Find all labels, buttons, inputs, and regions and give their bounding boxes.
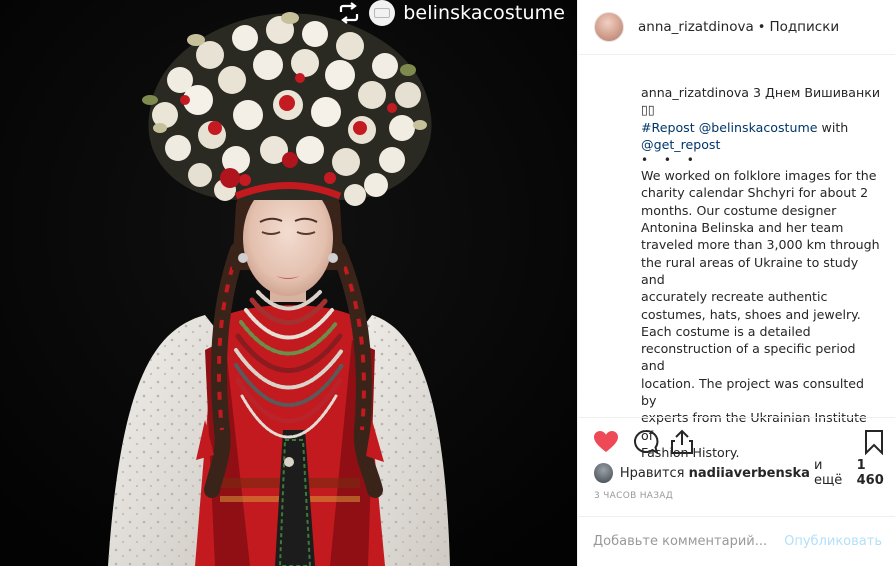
comment-icon	[634, 429, 659, 455]
liker-avatar[interactable]	[594, 463, 613, 483]
post-timestamp[interactable]: 3 ЧАСОВ НАЗАД	[594, 491, 673, 501]
caption-dots: • • •	[641, 153, 700, 168]
repost-account-avatar[interactable]	[369, 0, 396, 26]
post-actions	[592, 428, 888, 456]
likes-middle: и ещё	[814, 458, 843, 488]
author-username[interactable]: anna_rizatdinova	[638, 19, 754, 35]
caption-emoji: ▯▯	[641, 102, 655, 118]
bookmark-icon	[865, 430, 883, 455]
heart-icon	[594, 431, 618, 452]
post-photo[interactable]: belinskacostume	[0, 0, 577, 566]
caption-with: with	[821, 119, 849, 135]
likes-prefix: Нравится	[619, 465, 685, 481]
publish-button[interactable]: Опубликовать	[784, 534, 882, 549]
header-separator: •	[757, 19, 766, 35]
caption-line: charity calendar Shchyri for about 2	[641, 185, 869, 201]
comment-button[interactable]	[632, 428, 660, 456]
repost-icon	[340, 2, 359, 24]
post-panel: anna_rizatdinova • Подписки anna_rizatdi…	[577, 0, 895, 566]
caption-greeting: 3 Днем Вишиванки	[753, 85, 881, 100]
author-avatar[interactable]	[594, 12, 624, 42]
comment-form: Опубликовать	[578, 516, 895, 566]
repost-bar: belinskacostume	[327, 0, 577, 26]
comment-input[interactable]	[593, 534, 785, 549]
caption-line: traveled more than 3,000 km through	[641, 237, 880, 253]
like-button[interactable]	[592, 428, 620, 456]
mention-link-belinskacostume[interactable]: @belinskacostume	[699, 120, 818, 135]
likes-count[interactable]: 1 460	[857, 458, 895, 488]
caption-line: reconstruction of a specific period and	[641, 341, 856, 374]
caption-line: costumes, hats, shoes and jewelry.	[641, 306, 861, 322]
caption-line: the rural areas of Ukraine to study and	[641, 254, 859, 287]
following-button[interactable]: Подписки	[769, 19, 839, 35]
caption-author[interactable]: anna_rizatdinova	[641, 85, 749, 100]
caption-line: accurately recreate authentic	[641, 289, 828, 305]
caption-line: Each costume is a detailed	[641, 323, 811, 339]
mention-link-get-repost[interactable]: @get_repost	[641, 136, 881, 153]
folk-costume-portrait	[0, 0, 577, 566]
save-button[interactable]	[860, 428, 888, 456]
caption-line: We worked on folklore images for the	[641, 168, 877, 184]
caption-line: Antonina Belinska and her team	[641, 220, 844, 236]
caption-divider	[578, 417, 895, 418]
liker-username[interactable]: nadiiaverbenska	[689, 466, 810, 481]
share-icon	[671, 429, 693, 454]
caption-line: months. Our costume designer	[641, 202, 837, 218]
caption-line: location. The project was consulted by	[641, 375, 865, 409]
repost-account-name[interactable]: belinskacostume	[403, 2, 565, 24]
share-button[interactable]	[668, 428, 696, 456]
likes-summary: Нравится nadiiaverbenska и ещё 1 460	[594, 458, 895, 488]
post-header: anna_rizatdinova • Подписки	[578, 0, 895, 55]
hashtag-link[interactable]: #Repost	[641, 120, 695, 135]
post-caption: anna_rizatdinova 3 Днем Вишиванки ▯▯ #Re…	[641, 84, 881, 461]
